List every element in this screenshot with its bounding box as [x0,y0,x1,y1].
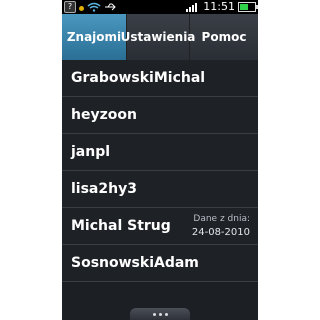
battery-icon [238,2,258,12]
more-dot [152,312,156,316]
list-item[interactable]: heyzoon [62,97,258,134]
more-dot [164,312,168,316]
list-item[interactable]: Michal Strug Dane z dnia: 24-08-2010 [62,208,258,245]
list-item[interactable]: GrabowskiMichal [62,60,258,97]
update-date: 24-08-2010 [191,227,250,238]
notification-dot-icon [79,5,84,11]
battery-level-fill [240,4,249,10]
update-label: Dane z dnia: [193,214,250,224]
signal-icon [186,3,198,12]
usb-icon [105,3,116,11]
contact-name: SosnowskiAdam [71,255,199,271]
wifi-icon [87,2,101,12]
contact-name: janpl [71,144,111,160]
contact-name: Michal Strug [71,218,171,234]
more-dot [158,312,162,316]
question-icon: ? [64,1,76,13]
contact-update-info: Dane z dnia: 24-08-2010 [192,214,250,238]
contact-list: GrabowskiMichal heyzoon janpl lisa2hy3 M… [62,60,258,282]
list-item[interactable]: lisa2hy3 [62,171,258,208]
more-dots-icon[interactable] [130,308,190,320]
list-item[interactable]: SosnowskiAdam [62,245,258,282]
tab-bar: Znajomi Ustawienia Pomoc [62,14,258,60]
contact-name: GrabowskiMichal [71,70,206,86]
phone-screen: ? 11:51 Znajomi Ustawienia Pomoc Grabows… [62,0,258,320]
status-time: 11:51 [203,0,235,13]
tab-pomoc[interactable]: Pomoc [190,14,258,60]
status-bar: ? 11:51 [62,0,258,14]
list-item[interactable]: janpl [62,134,258,171]
tab-ustawienia[interactable]: Ustawienia [121,14,195,60]
contact-name: heyzoon [71,107,137,123]
contact-name: lisa2hy3 [71,181,137,197]
tab-znajomi[interactable]: Znajomi [62,14,126,60]
